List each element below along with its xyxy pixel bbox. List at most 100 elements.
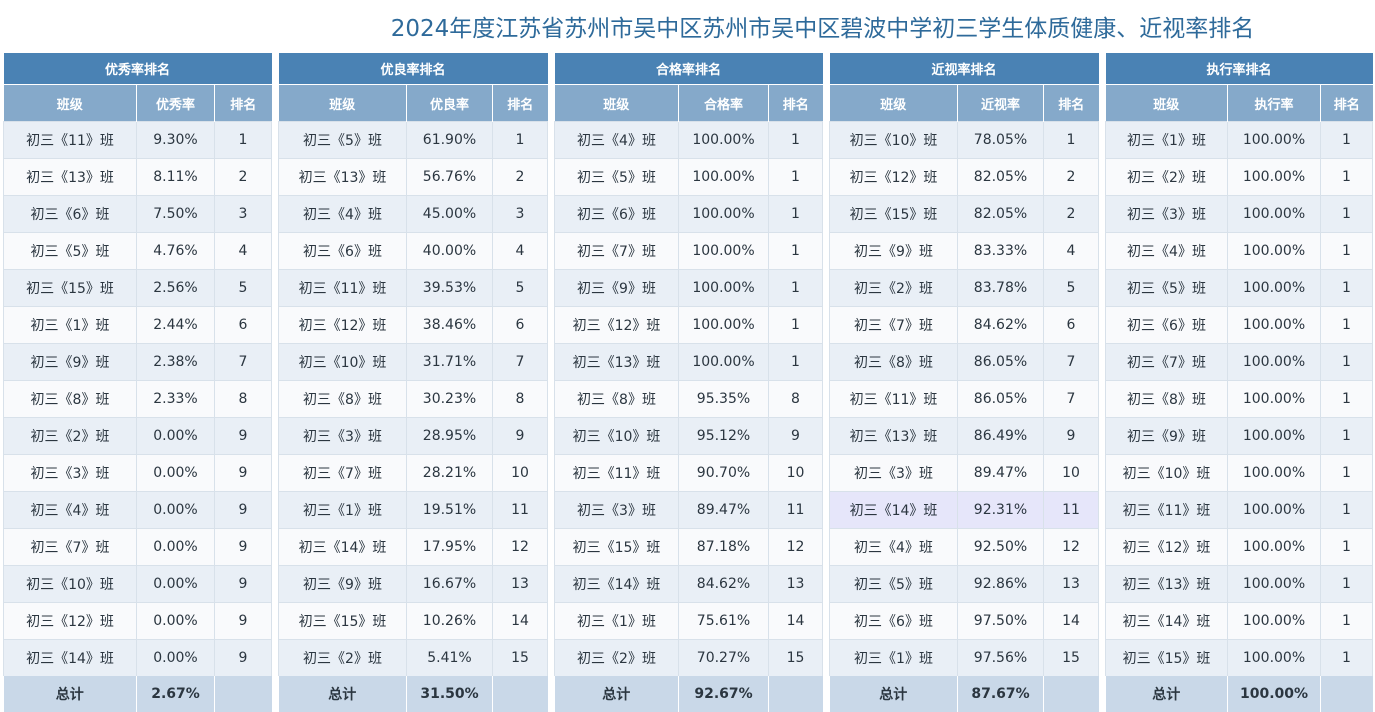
rank-value-cell: 7 xyxy=(214,343,272,381)
table-row: 初三《13》班 8.11% 2 xyxy=(3,158,272,196)
total-label: 总计 xyxy=(3,676,137,712)
class-name-cell: 初三《13》班 xyxy=(554,343,679,381)
class-name-cell: 初三《5》班 xyxy=(3,232,137,270)
rank-value-cell: 9 xyxy=(214,417,272,455)
table-title: 优良率排名 xyxy=(278,53,548,85)
table-row: 初三《2》班 70.27% 15 xyxy=(554,639,823,676)
class-name-cell: 初三《2》班 xyxy=(3,417,137,455)
rank-value-cell: 9 xyxy=(214,491,272,529)
rate-value-cell: 83.33% xyxy=(957,232,1044,270)
table-row: 初三《7》班 100.00% 1 xyxy=(1105,343,1373,381)
rate-value-cell: 100.00% xyxy=(1227,269,1321,307)
table-excellent-rate: 优秀率排名 班级 优秀率 排名 初三《11》班 9.30% 1 初三《13》班 8.11… xyxy=(3,53,272,712)
table-row: 初三《9》班 100.00% 1 xyxy=(1105,417,1373,455)
class-name-cell: 初三《5》班 xyxy=(278,121,407,159)
rank-value-cell: 2 xyxy=(1043,195,1099,233)
rank-value-cell: 15 xyxy=(1043,639,1099,676)
class-name-cell: 初三《2》班 xyxy=(554,639,679,676)
rate-value-cell: 10.26% xyxy=(406,602,493,640)
rank-value-cell: 13 xyxy=(492,565,548,603)
class-name-cell: 初三《2》班 xyxy=(278,639,407,676)
class-name-cell: 初三《3》班 xyxy=(278,417,407,455)
table-row: 初三《14》班 0.00% 9 xyxy=(3,639,272,676)
table-row: 初三《15》班 10.26% 14 xyxy=(278,602,548,640)
rank-value-cell: 1 xyxy=(1320,121,1373,159)
class-name-cell: 初三《9》班 xyxy=(829,232,958,270)
rank-value-cell: 14 xyxy=(768,602,823,640)
total-label: 总计 xyxy=(278,676,407,712)
class-name-cell: 初三《11》班 xyxy=(1105,491,1228,529)
rank-value-cell: 1 xyxy=(1320,528,1373,566)
table-title: 近视率排名 xyxy=(829,53,1099,85)
rate-value-cell: 84.62% xyxy=(678,565,769,603)
class-name-cell: 初三《8》班 xyxy=(829,343,958,381)
rate-value-cell: 100.00% xyxy=(678,195,769,233)
rate-value-cell: 100.00% xyxy=(1227,232,1321,270)
class-name-cell: 初三《14》班 xyxy=(1105,602,1228,640)
class-name-cell: 初三《4》班 xyxy=(1105,232,1228,270)
class-name-cell: 初三《15》班 xyxy=(554,528,679,566)
class-name-cell: 初三《13》班 xyxy=(1105,565,1228,603)
rate-value-cell: 0.00% xyxy=(136,528,215,566)
table-row: 初三《1》班 2.44% 6 xyxy=(3,306,272,344)
table-row: 初三《9》班 83.33% 4 xyxy=(829,232,1099,270)
rank-value-cell: 2 xyxy=(1043,158,1099,196)
column-header-rank: 排名 xyxy=(492,84,548,122)
column-header-rank: 排名 xyxy=(1320,84,1373,122)
rate-value-cell: 100.00% xyxy=(678,306,769,344)
class-name-cell: 初三《15》班 xyxy=(3,269,137,307)
table-row: 初三《5》班 92.86% 13 xyxy=(829,565,1099,603)
table-row: 初三《7》班 0.00% 9 xyxy=(3,528,272,566)
rate-value-cell: 84.62% xyxy=(957,306,1044,344)
rate-value-cell: 83.78% xyxy=(957,269,1044,307)
rate-value-cell: 100.00% xyxy=(678,158,769,196)
rate-value-cell: 8.11% xyxy=(136,158,215,196)
rate-value-cell: 87.18% xyxy=(678,528,769,566)
column-header-rate: 执行率 xyxy=(1227,84,1321,122)
table-row: 初三《10》班 0.00% 9 xyxy=(3,565,272,603)
table-row: 初三《9》班 100.00% 1 xyxy=(554,269,823,307)
table-pass-rate: 合格率排名 班级 合格率 排名 初三《4》班 100.00% 1 初三《5》班 100.… xyxy=(554,53,823,712)
total-label: 总计 xyxy=(829,676,958,712)
class-name-cell: 初三《15》班 xyxy=(1105,639,1228,676)
total-value: 87.67% xyxy=(957,676,1044,712)
table-row: 初三《11》班 9.30% 1 xyxy=(3,121,272,159)
rank-value-cell: 1 xyxy=(1320,232,1373,270)
table-row: 初三《5》班 100.00% 1 xyxy=(554,158,823,196)
total-row: 总计 2.67% xyxy=(3,676,272,712)
table-row: 初三《13》班 86.49% 9 xyxy=(829,417,1099,455)
rank-value-cell: 1 xyxy=(1320,491,1373,529)
rate-value-cell: 0.00% xyxy=(136,602,215,640)
table-row: 初三《8》班 95.35% 8 xyxy=(554,380,823,418)
table-row: 初三《4》班 100.00% 1 xyxy=(1105,232,1373,270)
table-row: 初三《15》班 82.05% 2 xyxy=(829,195,1099,233)
table-row: 初三《13》班 56.76% 2 xyxy=(278,158,548,196)
total-value: 31.50% xyxy=(406,676,493,712)
rate-value-cell: 100.00% xyxy=(1227,158,1321,196)
class-name-cell: 初三《12》班 xyxy=(1105,528,1228,566)
table-row: 初三《4》班 45.00% 3 xyxy=(278,195,548,233)
rank-value-cell: 1 xyxy=(1320,306,1373,344)
table-row: 初三《7》班 28.21% 10 xyxy=(278,454,548,492)
table-row: 初三《14》班 100.00% 1 xyxy=(1105,602,1373,640)
class-name-cell: 初三《7》班 xyxy=(554,232,679,270)
class-name-cell: 初三《7》班 xyxy=(278,454,407,492)
rank-value-cell: 4 xyxy=(492,232,548,270)
rate-value-cell: 100.00% xyxy=(1227,639,1321,676)
column-header-class: 班级 xyxy=(829,84,958,122)
class-name-cell: 初三《10》班 xyxy=(3,565,137,603)
class-name-cell: 初三《1》班 xyxy=(278,491,407,529)
rate-value-cell: 90.70% xyxy=(678,454,769,492)
rank-value-cell: 9 xyxy=(214,565,272,603)
class-name-cell: 初三《13》班 xyxy=(278,158,407,196)
total-rank xyxy=(492,676,548,712)
class-name-cell: 初三《9》班 xyxy=(278,565,407,603)
rate-value-cell: 70.27% xyxy=(678,639,769,676)
rank-value-cell: 1 xyxy=(768,306,823,344)
rate-value-cell: 78.05% xyxy=(957,121,1044,159)
table-row: 初三《1》班 19.51% 11 xyxy=(278,491,548,529)
rate-value-cell: 86.05% xyxy=(957,343,1044,381)
column-header-rate: 合格率 xyxy=(678,84,769,122)
table-title: 执行率排名 xyxy=(1105,53,1373,85)
table-row: 初三《8》班 2.33% 8 xyxy=(3,380,272,418)
